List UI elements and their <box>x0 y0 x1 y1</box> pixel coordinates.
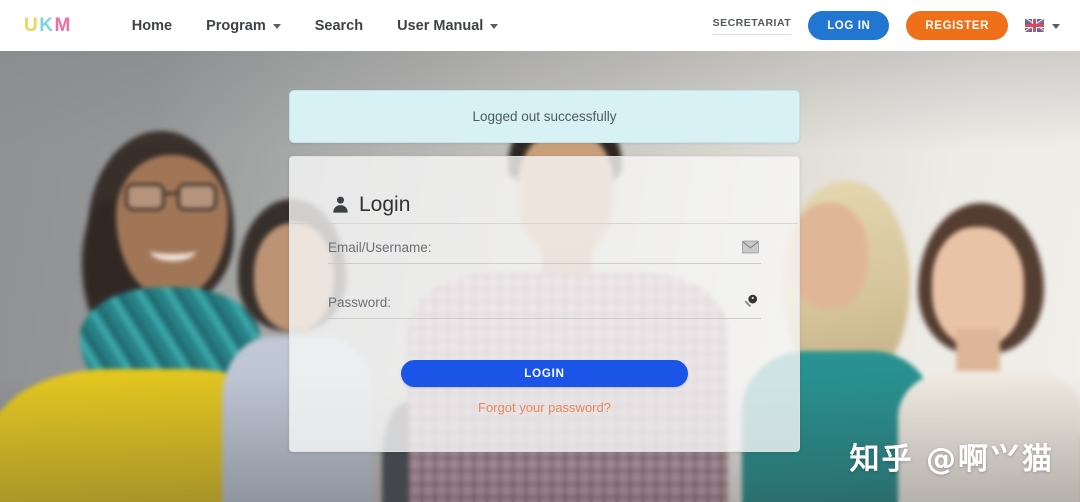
envelope-icon <box>742 240 759 254</box>
logo-letter-k: K <box>39 15 55 36</box>
email-input[interactable] <box>328 231 761 263</box>
secretariat-link[interactable]: SECRETARIAT <box>712 17 792 35</box>
status-alert-message: Logged out successfully <box>472 109 617 124</box>
email-field-wrapper <box>328 231 761 264</box>
key-icon <box>742 294 759 311</box>
password-field-wrapper <box>328 286 761 319</box>
nav-label-home: Home <box>131 17 173 34</box>
forgot-password-link[interactable]: Forgot your password? <box>290 400 799 415</box>
login-card-header: Login <box>291 157 798 224</box>
header-actions: SECRETARIAT LOG IN REGISTER <box>712 11 1060 40</box>
zhihu-watermark: 知乎 @啊⺍猫 <box>849 442 1054 477</box>
password-input[interactable] <box>328 286 761 318</box>
logo-letter-u: U <box>24 15 40 36</box>
main-navigation: Home Program Search User Manual <box>132 18 499 34</box>
nav-label-program: Program <box>206 17 266 34</box>
ukm-logo[interactable]: U K M <box>24 16 72 35</box>
status-alert: Logged out successfully <box>289 90 800 143</box>
chevron-down-icon <box>272 24 281 29</box>
language-selector[interactable] <box>1025 19 1060 32</box>
nav-label-user-manual: User Manual <box>397 17 484 34</box>
chevron-down-icon <box>1052 24 1060 29</box>
header-login-button[interactable]: LOG IN <box>808 11 890 40</box>
login-card-title: Login <box>359 193 411 216</box>
nav-item-program[interactable]: Program <box>206 18 281 34</box>
login-card: Login LOGIN Forgot your passwo <box>289 156 800 452</box>
login-submit-button[interactable]: LOGIN <box>401 360 688 387</box>
nav-item-home[interactable]: Home <box>132 18 172 34</box>
nav-item-user-manual[interactable]: User Manual <box>397 17 499 34</box>
login-page: U K M Home Program Search User Manual SE… <box>0 0 1080 502</box>
logo-letter-m: M <box>54 15 72 36</box>
uk-flag-icon <box>1025 19 1044 32</box>
user-icon <box>333 196 348 213</box>
site-header: U K M Home Program Search User Manual SE… <box>0 0 1080 51</box>
nav-label-search: Search <box>314 17 364 34</box>
chevron-down-icon <box>490 24 499 29</box>
nav-item-search[interactable]: Search <box>315 18 363 34</box>
header-register-button[interactable]: REGISTER <box>906 11 1008 40</box>
